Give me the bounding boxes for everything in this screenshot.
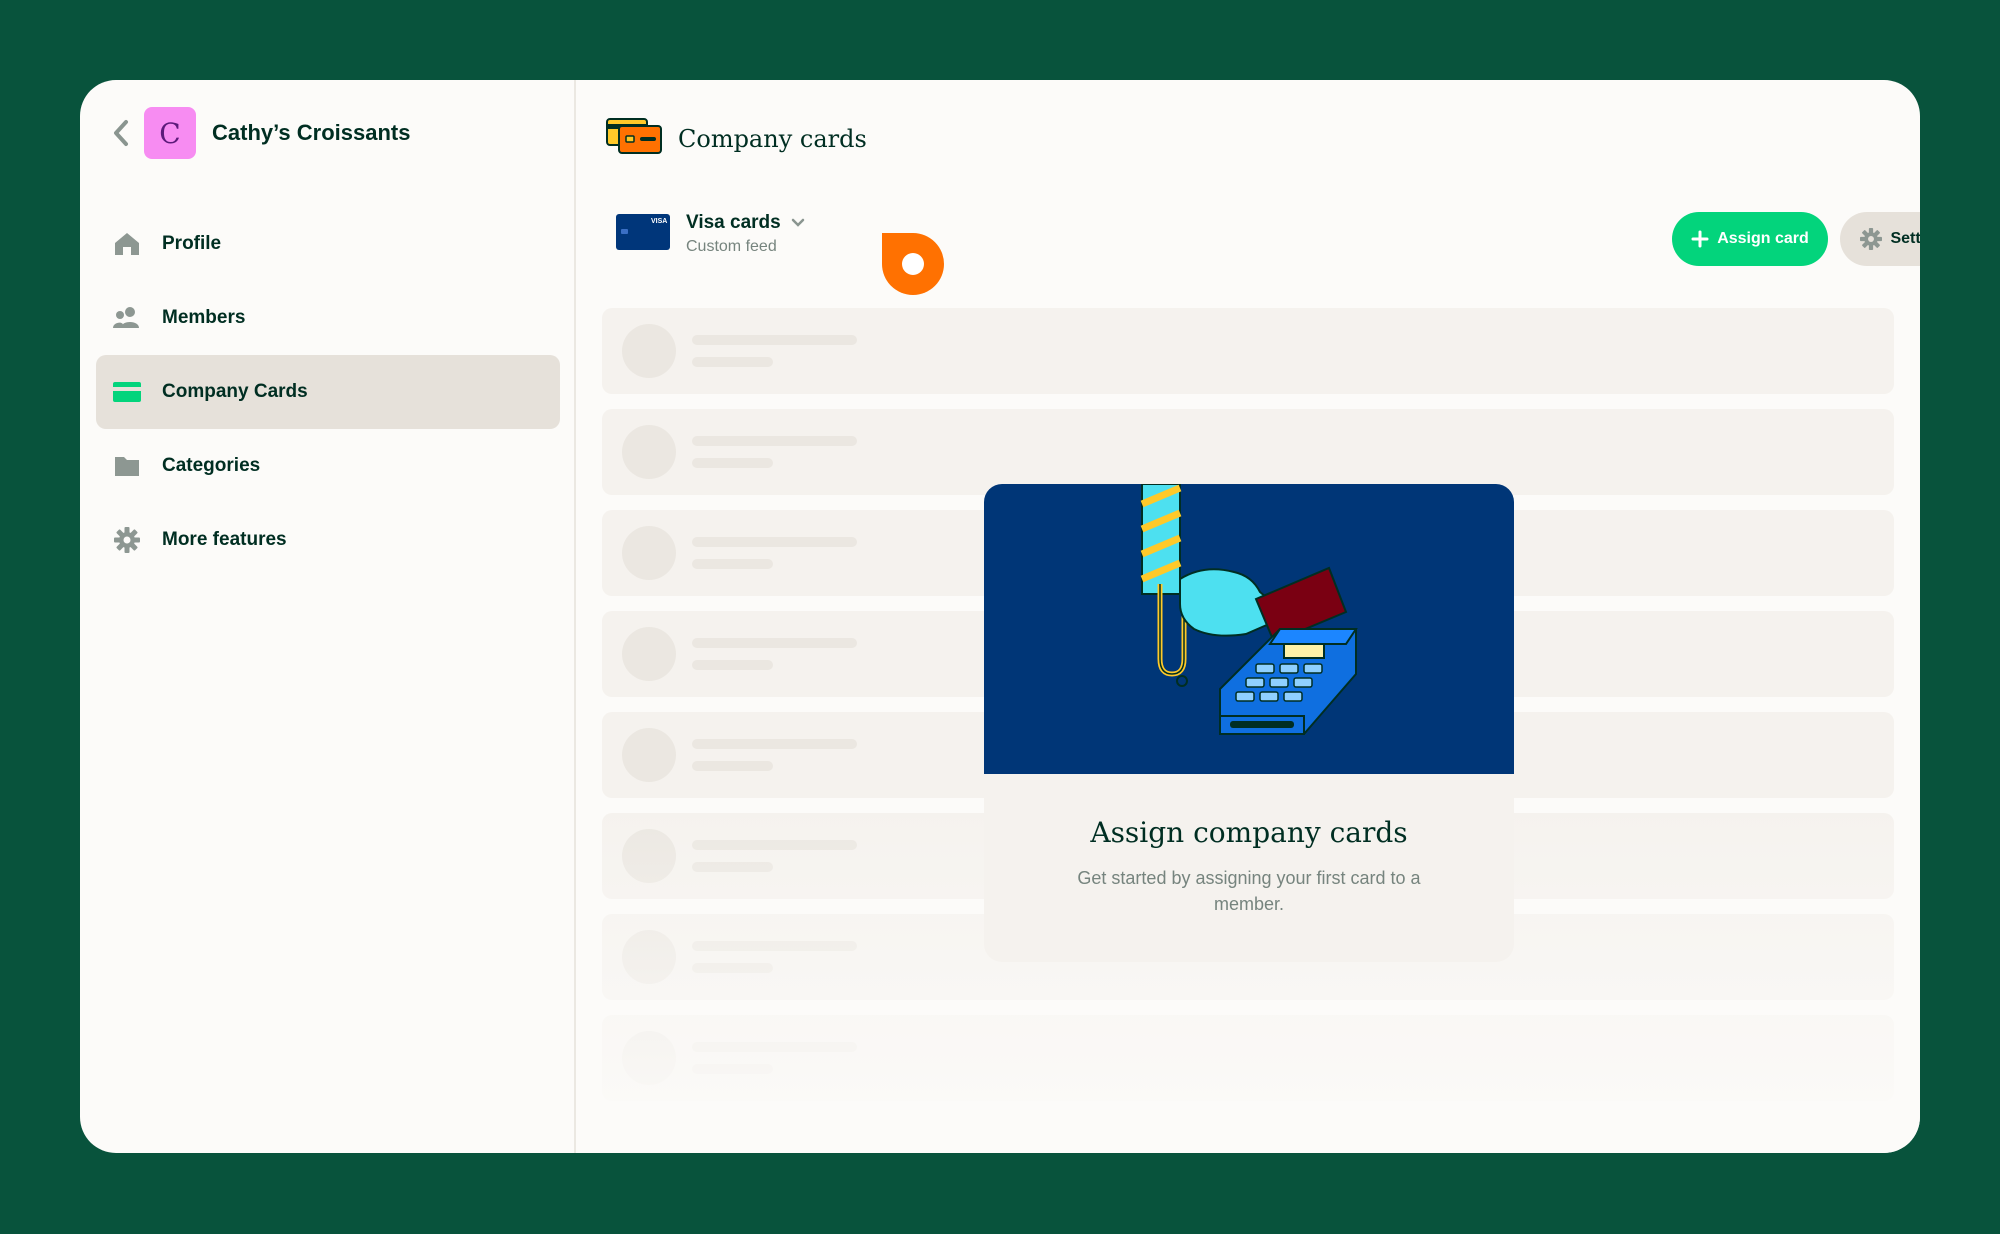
gear-icon xyxy=(113,526,141,554)
page-title: Company cards xyxy=(678,124,867,153)
sidebar-item-more-features[interactable]: More features xyxy=(96,503,560,577)
plus-icon xyxy=(1691,230,1709,248)
sidebar-item-label: More features xyxy=(162,529,287,550)
visa-card-icon: VISA xyxy=(616,213,670,255)
main-content: Company cards VISA Visa cards Custom fee… xyxy=(576,80,1920,1153)
empty-state-title: Assign company cards xyxy=(1090,816,1408,849)
card-feed-selector[interactable]: VISA Visa cards Custom feed xyxy=(616,212,805,256)
sidebar-item-company-cards[interactable]: Company Cards xyxy=(96,355,560,429)
sidebar: C Cathy’s Croissants Profile Members Com… xyxy=(80,80,576,1153)
workspace-header: C Cathy’s Croissants xyxy=(110,107,410,159)
visa-card-brand: VISA xyxy=(651,218,667,225)
sidebar-item-label: Categories xyxy=(162,455,261,476)
gear-icon xyxy=(1860,228,1883,250)
sidebar-item-profile[interactable]: Profile xyxy=(96,207,560,281)
company-cards-icon xyxy=(606,118,662,159)
click-indicator-icon xyxy=(882,233,944,295)
card-terminal-illustration xyxy=(984,484,1514,774)
sidebar-item-members[interactable]: Members xyxy=(96,281,560,355)
skeleton-row xyxy=(602,409,1894,495)
sidebar-item-label: Members xyxy=(162,307,246,328)
app-window: C Cathy’s Croissants Profile Members Com… xyxy=(80,80,1920,1153)
chevron-left-icon[interactable] xyxy=(110,118,132,148)
sidebar-item-label: Profile xyxy=(162,233,222,254)
sidebar-nav: Profile Members Company Cards Categories xyxy=(96,207,560,577)
feed-name: Visa cards xyxy=(686,212,781,233)
feed-subtitle: Custom feed xyxy=(686,238,777,255)
skeleton-row xyxy=(602,1015,1894,1101)
folder-icon xyxy=(113,452,141,480)
settings-button[interactable]: Settings xyxy=(1840,212,1920,266)
empty-state-card: Assign company cards Get started by assi… xyxy=(984,484,1514,962)
sidebar-item-label: Company Cards xyxy=(162,381,308,402)
sidebar-item-categories[interactable]: Categories xyxy=(96,429,560,503)
assign-card-button[interactable]: Assign card xyxy=(1672,212,1828,266)
home-icon xyxy=(113,230,141,258)
workspace-avatar: C xyxy=(144,107,196,159)
settings-label: Settings xyxy=(1890,230,1920,247)
page-header: Company cards xyxy=(606,118,867,159)
users-icon xyxy=(113,304,141,332)
assign-card-label: Assign card xyxy=(1717,230,1809,247)
chevron-down-icon xyxy=(791,218,805,228)
credit-card-icon xyxy=(113,378,141,406)
workspace-name: Cathy’s Croissants xyxy=(212,120,411,145)
empty-state-subtitle: Get started by assigning your first card… xyxy=(1077,868,1421,914)
skeleton-row xyxy=(602,308,1894,394)
